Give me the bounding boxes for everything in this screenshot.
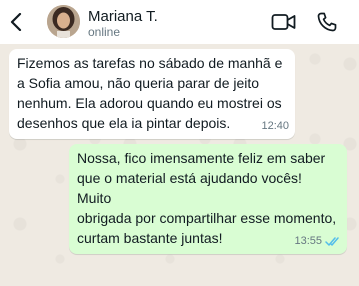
message-time: 12:40: [261, 120, 289, 132]
message-time: 13:55: [294, 235, 322, 247]
message-meta: 13:55: [294, 231, 341, 251]
outgoing-message[interactable]: Nossa, fico imensamente feliz em saber q…: [69, 144, 347, 254]
back-button[interactable]: [6, 10, 26, 34]
double-check-icon: [325, 236, 339, 246]
chat-area[interactable]: Fizemos as tarefas no sábado de manhã e …: [0, 44, 359, 286]
message-meta: 12:40: [261, 116, 289, 136]
message-text: Fizemos as tarefas no sábado de manhã e …: [17, 55, 283, 131]
avatar[interactable]: [47, 5, 80, 38]
video-call-button[interactable]: [271, 11, 297, 33]
contact-name[interactable]: Mariana T.: [88, 8, 158, 25]
phone-icon: [317, 12, 337, 32]
contact-status: online: [88, 25, 121, 39]
voice-call-button[interactable]: [316, 11, 338, 33]
chevron-left-icon: [10, 13, 22, 31]
chat-header: Mariana T. online: [0, 0, 359, 44]
video-camera-icon: [271, 14, 296, 30]
incoming-message[interactable]: Fizemos as tarefas no sábado de manhã e …: [9, 49, 295, 139]
